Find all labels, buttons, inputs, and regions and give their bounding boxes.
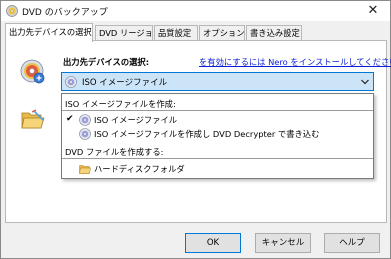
disc-icon	[65, 76, 77, 88]
checkmark-icon: ✔	[66, 114, 74, 124]
destination-dropdown-list: ISO イメージファイルを作成: ✔ ISO イメージファイル ISO イメージ…	[61, 93, 374, 179]
dialog-window: DVD のバックアップ ✕ 出力先デバイスの選択 DVD リージョン 品質設定 …	[0, 0, 391, 259]
cancel-button[interactable]: キャンセル	[255, 233, 311, 253]
dropdown-option-hdd-folder[interactable]: ハードディスクフォルダ	[62, 162, 373, 176]
dropdown-arrow-icon[interactable]	[357, 73, 373, 90]
dropdown-group-header: ISO イメージファイルを作成:	[65, 99, 176, 109]
tab-burn-settings[interactable]: 書き込み設定	[246, 25, 302, 41]
combobox-value: ISO イメージファイル	[82, 78, 168, 88]
tab-quality[interactable]: 品質設定	[154, 25, 198, 41]
dropdown-group-header: DVD ファイルを作成する:	[65, 147, 164, 157]
folder-icon	[21, 109, 45, 129]
close-icon: ✕	[367, 3, 379, 18]
tab-label: オプション	[203, 28, 245, 38]
dropdown-option-iso-burn[interactable]: ISO イメージファイルを作成し DVD Decrypter で書き込む	[62, 127, 373, 141]
window-title: DVD のバックアップ	[22, 8, 108, 18]
dropdown-separator	[62, 158, 373, 159]
tab-label: 書き込み設定	[250, 28, 300, 38]
title-bar: DVD のバックアップ ✕	[1, 1, 390, 21]
folder-icon	[79, 165, 91, 174]
dropdown-option-label: ハードディスクフォルダ	[94, 164, 185, 174]
ok-button[interactable]: OK	[185, 233, 241, 253]
tab-strip: 出力先デバイスの選択 DVD リージョン 品質設定 オプション 書き込み設定	[5, 23, 389, 42]
tab-dvd-region[interactable]: DVD リージョン	[95, 25, 161, 41]
dropdown-option-iso-image[interactable]: ✔ ISO イメージファイル	[62, 113, 373, 127]
disc-icon	[79, 128, 91, 140]
tab-label: 品質設定	[158, 28, 192, 38]
help-button[interactable]: ヘルプ	[324, 233, 380, 253]
close-button[interactable]: ✕	[358, 1, 388, 21]
tab-output-device[interactable]: 出力先デバイスの選択	[5, 23, 93, 42]
destination-combobox[interactable]: ISO イメージファイル	[61, 72, 374, 91]
dropdown-option-label: ISO イメージファイルを作成し DVD Decrypter で書き込む	[94, 129, 320, 139]
dvd-app-icon	[6, 5, 18, 17]
disc-icon	[20, 59, 45, 84]
tab-options[interactable]: オプション	[199, 25, 245, 41]
install-nero-link[interactable]: を有効にするには Nero をインストールしてください	[199, 56, 391, 68]
dropdown-separator	[62, 110, 373, 111]
disc-icon	[79, 114, 91, 126]
tab-label: DVD リージョン	[99, 28, 162, 38]
tab-label: 出力先デバイスの選択	[9, 27, 92, 37]
destination-label: 出力先デバイスの選択:	[63, 57, 150, 67]
dropdown-option-label: ISO イメージファイル	[94, 115, 178, 125]
